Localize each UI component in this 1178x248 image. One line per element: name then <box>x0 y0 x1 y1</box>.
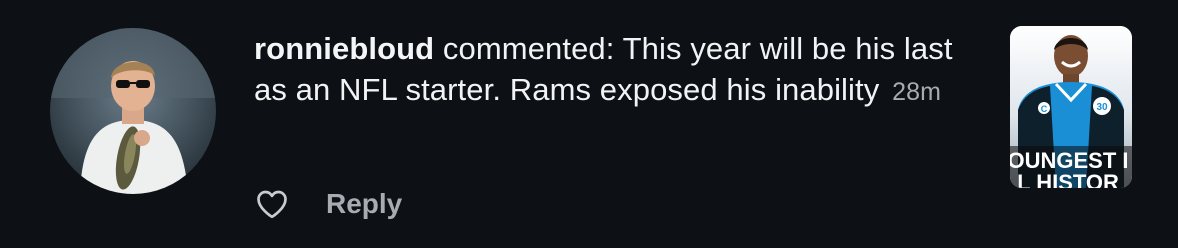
comment-verb: commented: <box>442 31 615 66</box>
comment-actions: Reply <box>254 184 402 224</box>
avatar[interactable] <box>50 28 216 194</box>
comment-body: ronniebloud commented: This year will be… <box>254 28 984 113</box>
username-link[interactable]: ronniebloud <box>254 31 434 66</box>
svg-text:C: C <box>1041 104 1048 114</box>
heart-outline-icon[interactable] <box>254 186 290 222</box>
thumbnail-headline-2: L HISTOR <box>1017 170 1119 188</box>
comment-row: ronniebloud commented: This year will be… <box>0 0 1178 248</box>
reply-button[interactable]: Reply <box>326 188 402 220</box>
jersey-number: 30 <box>1096 102 1108 113</box>
comment-text: ronniebloud commented: This year will be… <box>254 28 984 113</box>
post-thumbnail[interactable]: C 30 OUNGEST I L HISTOR <box>1010 26 1132 188</box>
timestamp: 28m <box>892 78 942 106</box>
